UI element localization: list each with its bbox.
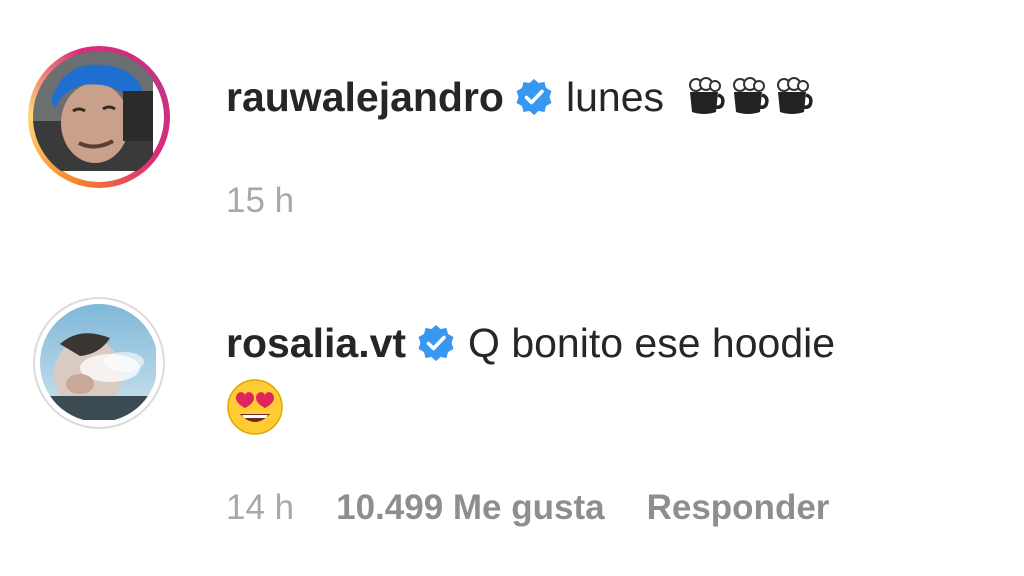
comment-meta: 14 h 10.499 Me gusta Responder	[226, 488, 829, 528]
heart-eyes-emoji-icon	[227, 379, 283, 435]
comment-likes-link[interactable]: 10.499 Me gusta	[336, 488, 604, 528]
comment-username[interactable]: rosalia.vt	[226, 318, 406, 368]
avatar-photo-icon	[40, 304, 156, 420]
comment-text-row: rosalia.vt Q bonito ese hoodie	[226, 318, 835, 368]
comment-body: Q bonito ese hoodie	[468, 320, 836, 366]
verified-badge-icon	[418, 325, 454, 361]
avatar[interactable]	[40, 304, 158, 422]
comment-timestamp[interactable]: 14 h	[226, 488, 294, 528]
reply-button[interactable]: Responder	[647, 488, 830, 528]
avatar-ring[interactable]	[33, 297, 165, 429]
comments-panel: rauwalejandro lunes 15 h rosalia.vt Q bo…	[0, 0, 1024, 576]
comment-emoji-row: 😍	[226, 378, 284, 441]
comment-item: rosalia.vt Q bonito ese hoodie 😍 14 h 10…	[0, 0, 1024, 527]
